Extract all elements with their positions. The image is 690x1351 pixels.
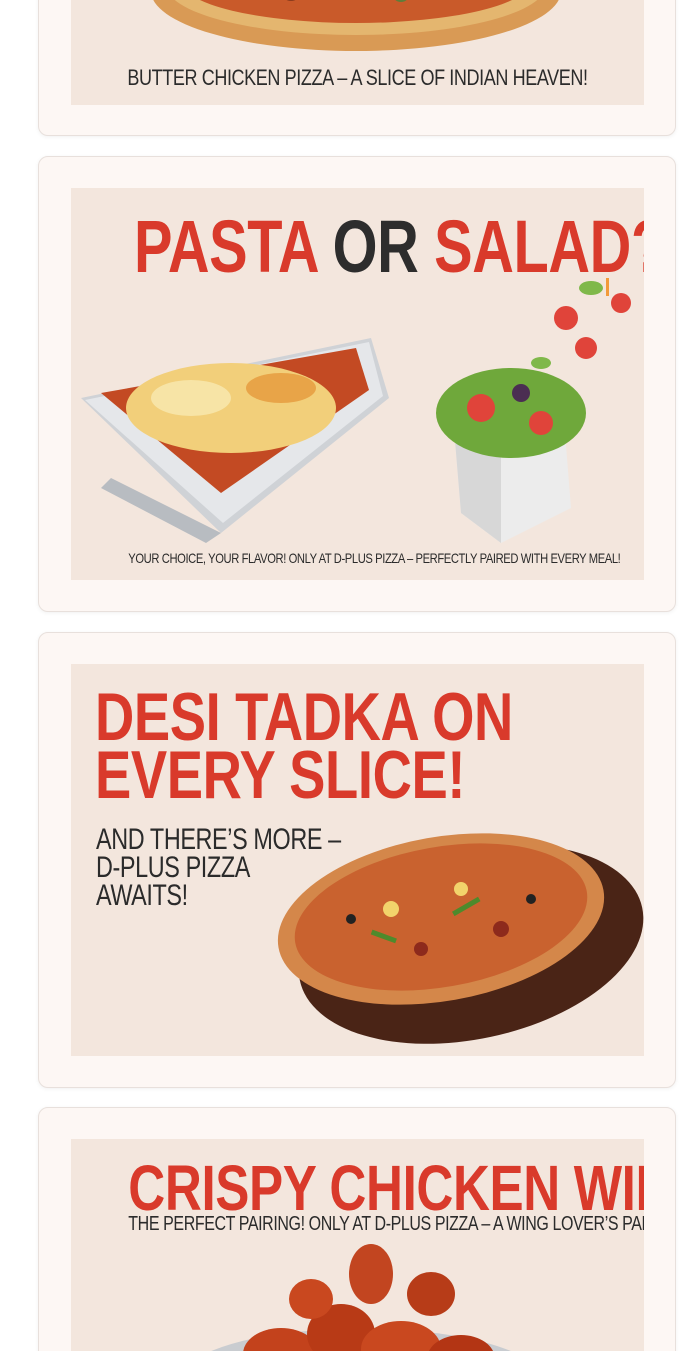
chicken-wings-image <box>211 1244 511 1351</box>
pizza-image <box>153 0 559 51</box>
pizza-on-board-image <box>277 833 644 1044</box>
post-feed: BUTTER CHICKEN PIZZA – A SLICE OF INDIAN… <box>0 0 690 1351</box>
post-card-butter-chicken[interactable]: BUTTER CHICKEN PIZZA – A SLICE OF INDIAN… <box>38 0 676 136</box>
post-caption: YOUR CHOICE, YOUR FLAVOR! ONLY AT D-PLUS… <box>128 550 621 566</box>
salad-box-image <box>436 278 631 543</box>
post-image[interactable]: DESI TADKA ON EVERY SLICE! AND THERE’S M… <box>71 664 644 1056</box>
post-image[interactable]: PASTA OR SALAD? YOUR CHOICE, YOUR FLAVOR… <box>71 188 644 580</box>
post-card-pasta-or-salad[interactable]: PASTA OR SALAD? YOUR CHOICE, YOUR FLAVOR… <box>38 156 676 612</box>
post-card-desi-tadka[interactable]: DESI TADKA ON EVERY SLICE! AND THERE’S M… <box>38 632 676 1088</box>
post-headline: DESI TADKA ON EVERY SLICE! <box>95 683 513 813</box>
post-caption: THE PERFECT PAIRING! ONLY AT D-PLUS PIZZ… <box>128 1213 644 1235</box>
post-image[interactable]: CRISPY CHICKEN WINGS THE PERFECT PAIRING… <box>71 1139 644 1351</box>
post-image[interactable]: BUTTER CHICKEN PIZZA – A SLICE OF INDIAN… <box>71 0 644 105</box>
post-caption: BUTTER CHICKEN PIZZA – A SLICE OF INDIAN… <box>127 65 588 90</box>
post-card-chicken-wings[interactable]: CRISPY CHICKEN WINGS THE PERFECT PAIRING… <box>38 1107 676 1351</box>
headline-word: PASTA <box>134 205 318 288</box>
lasagna-tray-image <box>81 338 389 543</box>
headline-line: EVERY SLICE! <box>95 737 466 813</box>
